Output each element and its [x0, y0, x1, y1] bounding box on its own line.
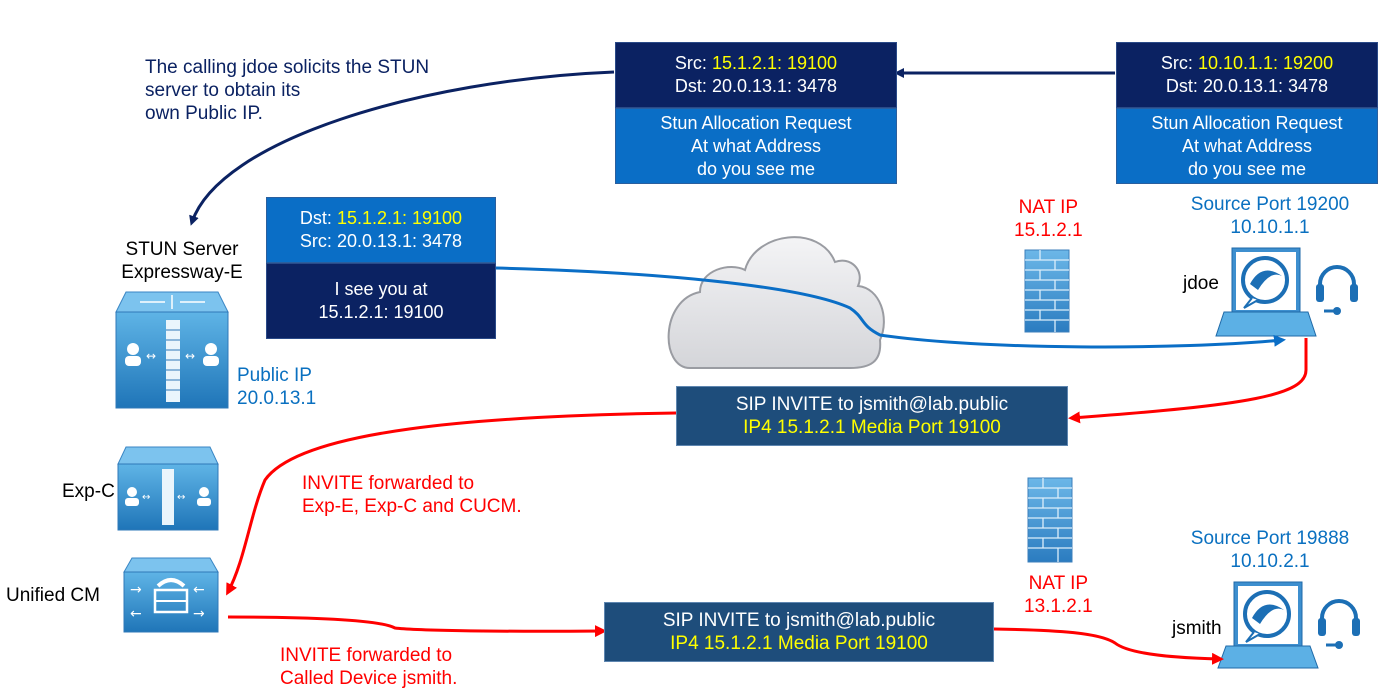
packet-body: Stun Allocation Request At what Address …: [615, 108, 897, 184]
public-ip-title: Public IP: [237, 365, 312, 386]
expressway-e-icon: ↔ ↔: [115, 291, 229, 409]
note-line: Called Device jsmith.: [280, 668, 458, 689]
caption-line: own Public IP.: [145, 103, 263, 124]
sip-media-line: IP4 15.1.2.1 Media Port 19100: [743, 417, 1001, 438]
src-label: Src:: [299, 231, 332, 251]
body-line: do you see me: [696, 159, 816, 179]
sip-invite-arrow-cucm-to-forward: [227, 615, 607, 638]
body-line: 15.1.2.1: 19100: [318, 302, 444, 322]
forward-note-2: INVITE forwarded to Called Device jsmith…: [280, 644, 457, 690]
nat-bottom-label: NAT IP 13.1.2.1: [1024, 572, 1093, 618]
public-ip-label: Public IP 20.0.13.1: [237, 364, 316, 410]
note-line: INVITE forwarded to: [302, 473, 475, 494]
stun-server-label: STUN Server Expressway-E: [92, 238, 272, 284]
body-line: At what Address: [690, 136, 822, 156]
source-port: Source Port 19200: [1190, 194, 1350, 215]
svg-text:↔: ↔: [146, 349, 156, 363]
svg-text:←: ←: [193, 582, 205, 598]
note-line: INVITE forwarded to: [280, 645, 453, 666]
src-label: Src:: [1160, 53, 1193, 73]
svg-text:→: →: [193, 606, 205, 622]
svg-text:↔: ↔: [177, 492, 185, 503]
jsmith-endpoint-info: Source Port 19888 10.10.2.1: [1160, 527, 1380, 573]
src-value: 15.1.2.1: 19100: [711, 53, 838, 73]
dst-label: Dst:: [1165, 76, 1198, 96]
body-line: I see you at: [334, 279, 428, 299]
packet-header: Src: 10.10.1.1: 19200 Dst: 20.0.13.1: 34…: [1116, 42, 1378, 108]
jdoe-endpoint-info: Source Port 19200 10.10.1.1: [1160, 193, 1380, 239]
exp-c-label: Exp-C: [62, 481, 115, 502]
source-port: Source Port 19888: [1190, 528, 1350, 549]
label-line: STUN Server: [125, 239, 239, 260]
dst-label: Dst:: [299, 208, 332, 228]
nat-ip: 15.1.2.1: [1014, 220, 1083, 241]
packet-body: Stun Allocation Request At what Address …: [1116, 108, 1378, 184]
caption-line: server to obtain its: [145, 80, 301, 101]
unified-cm-icon: → ← ← →: [123, 557, 219, 633]
sip-invite-line: SIP INVITE to jsmith@lab.public: [735, 394, 1009, 415]
endpoint-ip: 10.10.2.1: [1230, 551, 1310, 572]
src-value: 20.0.13.1: 3478: [336, 231, 463, 251]
body-line: Stun Allocation Request: [660, 113, 852, 133]
sip-invite-top-box: SIP INVITE to jsmith@lab.public IP4 15.1…: [676, 386, 1068, 446]
svg-text:←: ←: [130, 606, 142, 622]
svg-text:→: →: [130, 582, 142, 598]
svg-text:↔: ↔: [185, 349, 195, 363]
jsmith-laptop-icon: [1217, 581, 1319, 669]
sip-invite-arrow-jdoe-to-server: [1068, 338, 1308, 424]
jsmith-name: jsmith: [1172, 618, 1222, 639]
nat-firewall-bottom-icon: [1027, 477, 1073, 563]
forward-note-1: INVITE forwarded to Exp-E, Exp-C and CUC…: [302, 472, 522, 518]
body-line: do you see me: [1187, 159, 1307, 179]
dst-value: 15.1.2.1: 19100: [336, 208, 463, 228]
nat-ip: 13.1.2.1: [1024, 596, 1093, 617]
note-line: Exp-E, Exp-C and CUCM.: [302, 496, 522, 517]
internet-cloud-icon: [667, 236, 885, 369]
jdoe-name: jdoe: [1183, 273, 1219, 294]
jdoe-laptop-icon: [1215, 247, 1317, 337]
sip-invite-bottom-box: SIP INVITE to jsmith@lab.public IP4 15.1…: [604, 602, 994, 662]
sip-invite-line: SIP INVITE to jsmith@lab.public: [662, 610, 936, 631]
public-ip-value: 20.0.13.1: [237, 388, 317, 409]
dst-label: Dst:: [674, 76, 707, 96]
packet-body: I see you at 15.1.2.1: 19100: [266, 263, 496, 339]
src-label: Src:: [674, 53, 707, 73]
nat-top-label: NAT IP 15.1.2.1: [1014, 196, 1083, 242]
body-line: At what Address: [1181, 136, 1313, 156]
jdoe-headset-icon: [1316, 265, 1358, 315]
body-line: Stun Allocation Request: [1151, 113, 1343, 133]
unified-cm-label: Unified CM: [6, 585, 100, 606]
dst-value: 20.0.13.1: 3478: [711, 76, 838, 96]
jsmith-headset-icon: [1318, 599, 1360, 649]
nat-firewall-top-icon: [1024, 249, 1070, 333]
stun-response-arrow: [495, 266, 1286, 349]
sip-media-line: IP4 15.1.2.1 Media Port 19100: [670, 633, 928, 654]
packet-header: Dst: 15.1.2.1: 19100 Src: 20.0.13.1: 347…: [266, 197, 496, 263]
packet-header: Src: 15.1.2.1: 19100 Dst: 20.0.13.1: 347…: [615, 42, 897, 108]
expressway-c-icon: ↔ ↔: [117, 446, 219, 531]
dst-value: 20.0.13.1: 3478: [1202, 76, 1329, 96]
src-value: 10.10.1.1: 19200: [1197, 53, 1334, 73]
nat-label: NAT IP: [1018, 197, 1079, 218]
endpoint-ip: 10.10.1.1: [1230, 217, 1310, 238]
label-line: Expressway-E: [121, 262, 243, 283]
flow-caption: The calling jdoe solicits the STUN serve…: [145, 56, 429, 125]
svg-text:↔: ↔: [142, 492, 150, 503]
caption-line: The calling jdoe solicits the STUN: [145, 57, 430, 78]
nat-label: NAT IP: [1028, 573, 1089, 594]
